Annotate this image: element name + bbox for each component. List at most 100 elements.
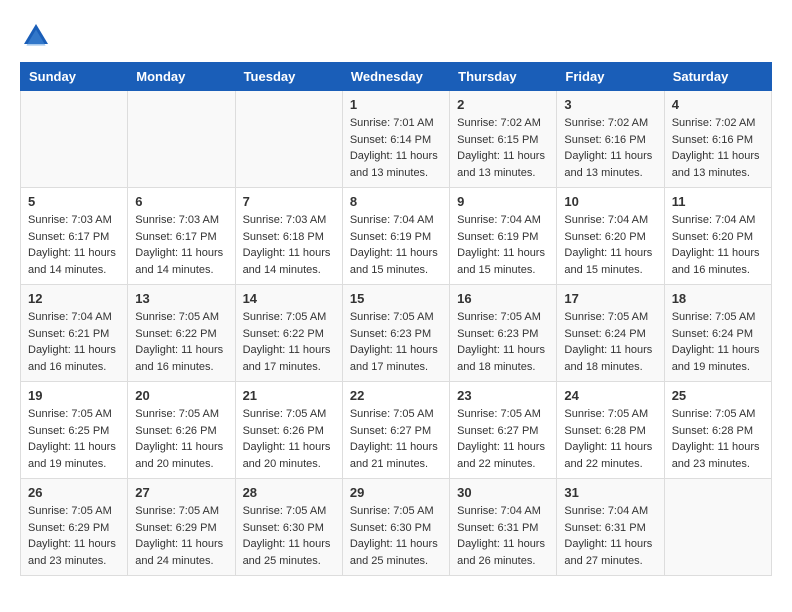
day-number: 3 (564, 97, 656, 112)
calendar-week-3: 12 Sunrise: 7:04 AMSunset: 6:21 PMDayligh… (21, 285, 772, 382)
day-info: Sunrise: 7:03 AMSunset: 6:18 PMDaylight:… (243, 212, 335, 278)
calendar-cell: 5 Sunrise: 7:03 AMSunset: 6:17 PMDaylight… (21, 188, 128, 285)
day-number: 28 (243, 485, 335, 500)
day-info: Sunrise: 7:02 AMSunset: 6:16 PMDaylight:… (672, 115, 764, 181)
day-number: 15 (350, 291, 442, 306)
day-number: 30 (457, 485, 549, 500)
day-info: Sunrise: 7:04 AMSunset: 6:20 PMDaylight:… (672, 212, 764, 278)
day-number: 25 (672, 388, 764, 403)
calendar-cell: 28 Sunrise: 7:05 AMSunset: 6:30 PMDayligh… (235, 479, 342, 576)
day-info: Sunrise: 7:05 AMSunset: 6:23 PMDaylight:… (457, 309, 549, 375)
calendar-cell: 29 Sunrise: 7:05 AMSunset: 6:30 PMDayligh… (342, 479, 449, 576)
day-number: 18 (672, 291, 764, 306)
calendar-cell: 20 Sunrise: 7:05 AMSunset: 6:26 PMDayligh… (128, 382, 235, 479)
day-info: Sunrise: 7:05 AMSunset: 6:27 PMDaylight:… (350, 406, 442, 472)
day-info: Sunrise: 7:03 AMSunset: 6:17 PMDaylight:… (28, 212, 120, 278)
day-info: Sunrise: 7:05 AMSunset: 6:22 PMDaylight:… (135, 309, 227, 375)
calendar-cell: 11 Sunrise: 7:04 AMSunset: 6:20 PMDayligh… (664, 188, 771, 285)
calendar-cell: 21 Sunrise: 7:05 AMSunset: 6:26 PMDayligh… (235, 382, 342, 479)
calendar-week-2: 5 Sunrise: 7:03 AMSunset: 6:17 PMDaylight… (21, 188, 772, 285)
day-info: Sunrise: 7:05 AMSunset: 6:23 PMDaylight:… (350, 309, 442, 375)
calendar-week-5: 26 Sunrise: 7:05 AMSunset: 6:29 PMDayligh… (21, 479, 772, 576)
day-number: 16 (457, 291, 549, 306)
calendar-cell: 13 Sunrise: 7:05 AMSunset: 6:22 PMDayligh… (128, 285, 235, 382)
calendar-cell (128, 91, 235, 188)
calendar-cell: 27Sunrise: 7:05 AMSunset: 6:29 PMDayligh… (128, 479, 235, 576)
weekday-header-wednesday: Wednesday (342, 63, 449, 91)
weekday-header-monday: Monday (128, 63, 235, 91)
day-number: 6 (135, 194, 227, 209)
day-number: 26 (28, 485, 120, 500)
calendar-table: SundayMondayTuesdayWednesdayThursdayFrid… (20, 62, 772, 576)
calendar-cell: 15 Sunrise: 7:05 AMSunset: 6:23 PMDayligh… (342, 285, 449, 382)
calendar-cell: 7 Sunrise: 7:03 AMSunset: 6:18 PMDaylight… (235, 188, 342, 285)
day-info: Sunrise: 7:05 AMSunset: 6:24 PMDaylight:… (672, 309, 764, 375)
calendar-cell: 1Sunrise: 7:01 AMSunset: 6:14 PMDaylight… (342, 91, 449, 188)
calendar-cell: 9 Sunrise: 7:04 AMSunset: 6:19 PMDaylight… (450, 188, 557, 285)
calendar-cell: 17Sunrise: 7:05 AMSunset: 6:24 PMDayligh… (557, 285, 664, 382)
day-number: 22 (350, 388, 442, 403)
day-info: Sunrise: 7:02 AMSunset: 6:16 PMDaylight:… (564, 115, 656, 181)
calendar-cell: 24Sunrise: 7:05 AMSunset: 6:28 PMDayligh… (557, 382, 664, 479)
day-info: Sunrise: 7:04 AMSunset: 6:31 PMDaylight:… (457, 503, 549, 569)
calendar-week-4: 19 Sunrise: 7:05 AMSunset: 6:25 PMDayligh… (21, 382, 772, 479)
day-info: Sunrise: 7:05 AMSunset: 6:29 PMDaylight:… (135, 503, 227, 569)
day-info: Sunrise: 7:05 AMSunset: 6:22 PMDaylight:… (243, 309, 335, 375)
page-header (20, 20, 772, 52)
logo-icon (20, 20, 52, 52)
calendar-cell: 16 Sunrise: 7:05 AMSunset: 6:23 PMDayligh… (450, 285, 557, 382)
weekday-header-friday: Friday (557, 63, 664, 91)
day-number: 24 (564, 388, 656, 403)
day-number: 2 (457, 97, 549, 112)
day-info: Sunrise: 7:04 AMSunset: 6:21 PMDaylight:… (28, 309, 120, 375)
day-number: 5 (28, 194, 120, 209)
weekday-header-saturday: Saturday (664, 63, 771, 91)
calendar-cell: 2 Sunrise: 7:02 AMSunset: 6:15 PMDaylight… (450, 91, 557, 188)
weekday-header-sunday: Sunday (21, 63, 128, 91)
calendar-cell (235, 91, 342, 188)
weekday-header-thursday: Thursday (450, 63, 557, 91)
day-info: Sunrise: 7:05 AMSunset: 6:30 PMDaylight:… (243, 503, 335, 569)
day-info: Sunrise: 7:03 AMSunset: 6:17 PMDaylight:… (135, 212, 227, 278)
day-info: Sunrise: 7:04 AMSunset: 6:20 PMDaylight:… (564, 212, 656, 278)
day-number: 23 (457, 388, 549, 403)
day-info: Sunrise: 7:05 AMSunset: 6:26 PMDaylight:… (243, 406, 335, 472)
calendar-cell: 3 Sunrise: 7:02 AMSunset: 6:16 PMDaylight… (557, 91, 664, 188)
calendar-cell (21, 91, 128, 188)
day-number: 11 (672, 194, 764, 209)
day-number: 8 (350, 194, 442, 209)
day-info: Sunrise: 7:01 AMSunset: 6:14 PMDaylight:… (350, 115, 442, 181)
calendar-week-1: 1Sunrise: 7:01 AMSunset: 6:14 PMDaylight… (21, 91, 772, 188)
day-number: 14 (243, 291, 335, 306)
calendar-cell: 18 Sunrise: 7:05 AMSunset: 6:24 PMDayligh… (664, 285, 771, 382)
day-info: Sunrise: 7:05 AMSunset: 6:25 PMDaylight:… (28, 406, 120, 472)
day-info: Sunrise: 7:04 AMSunset: 6:19 PMDaylight:… (350, 212, 442, 278)
calendar-header-row: SundayMondayTuesdayWednesdayThursdayFrid… (21, 63, 772, 91)
day-info: Sunrise: 7:04 AMSunset: 6:31 PMDaylight:… (564, 503, 656, 569)
day-number: 4 (672, 97, 764, 112)
day-number: 31 (564, 485, 656, 500)
day-info: Sunrise: 7:05 AMSunset: 6:27 PMDaylight:… (457, 406, 549, 472)
day-number: 29 (350, 485, 442, 500)
calendar-cell: 6 Sunrise: 7:03 AMSunset: 6:17 PMDaylight… (128, 188, 235, 285)
day-number: 21 (243, 388, 335, 403)
day-number: 19 (28, 388, 120, 403)
day-info: Sunrise: 7:05 AMSunset: 6:26 PMDaylight:… (135, 406, 227, 472)
calendar-cell: 12 Sunrise: 7:04 AMSunset: 6:21 PMDayligh… (21, 285, 128, 382)
weekday-header-tuesday: Tuesday (235, 63, 342, 91)
day-number: 9 (457, 194, 549, 209)
day-number: 13 (135, 291, 227, 306)
calendar-cell: 26 Sunrise: 7:05 AMSunset: 6:29 PMDayligh… (21, 479, 128, 576)
day-info: Sunrise: 7:02 AMSunset: 6:15 PMDaylight:… (457, 115, 549, 181)
day-info: Sunrise: 7:05 AMSunset: 6:29 PMDaylight:… (28, 503, 120, 569)
calendar-cell: 30 Sunrise: 7:04 AMSunset: 6:31 PMDayligh… (450, 479, 557, 576)
day-number: 20 (135, 388, 227, 403)
calendar-cell: 8 Sunrise: 7:04 AMSunset: 6:19 PMDaylight… (342, 188, 449, 285)
day-number: 12 (28, 291, 120, 306)
calendar-cell: 19 Sunrise: 7:05 AMSunset: 6:25 PMDayligh… (21, 382, 128, 479)
day-number: 7 (243, 194, 335, 209)
day-info: Sunrise: 7:05 AMSunset: 6:28 PMDaylight:… (672, 406, 764, 472)
day-info: Sunrise: 7:05 AMSunset: 6:30 PMDaylight:… (350, 503, 442, 569)
day-info: Sunrise: 7:04 AMSunset: 6:19 PMDaylight:… (457, 212, 549, 278)
calendar-cell: 23 Sunrise: 7:05 AMSunset: 6:27 PMDayligh… (450, 382, 557, 479)
